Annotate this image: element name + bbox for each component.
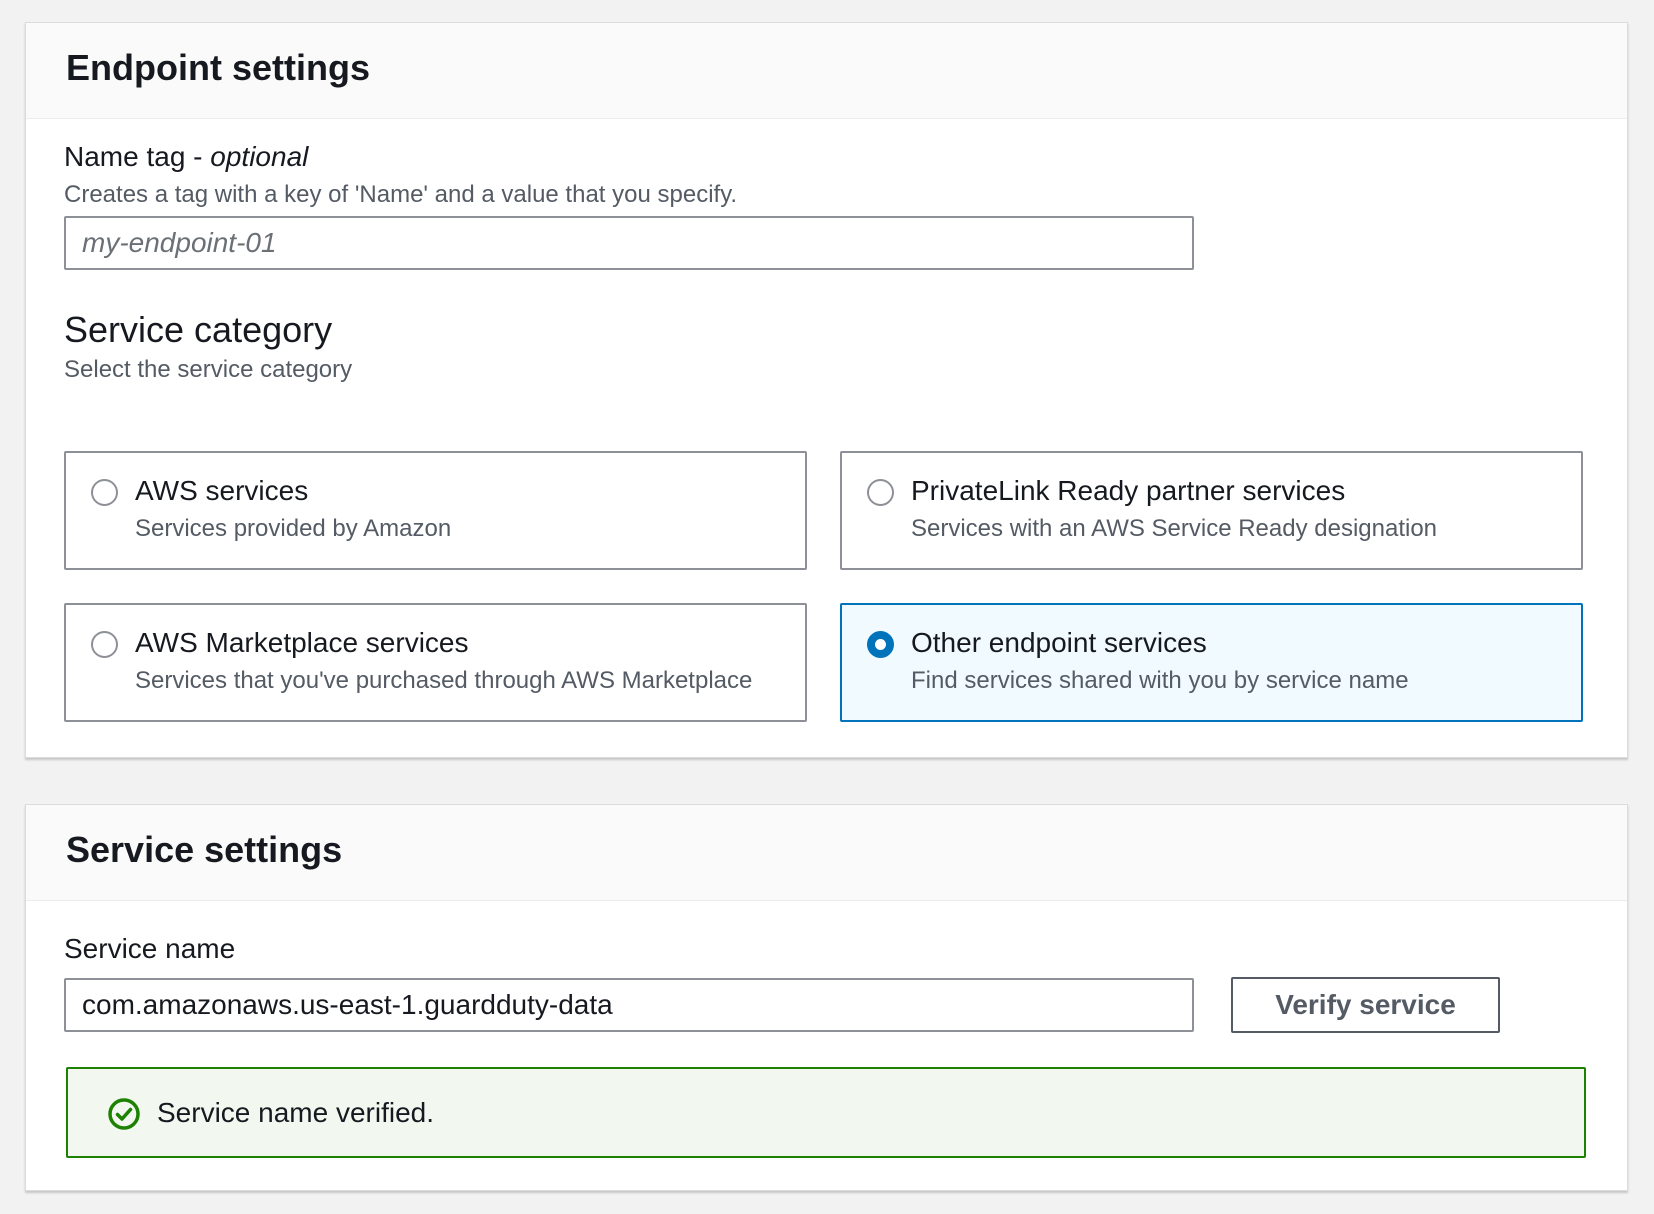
tile-aws-marketplace-services-title: AWS Marketplace services (135, 627, 469, 658)
success-alert-text: Service name verified. (157, 1097, 435, 1128)
tile-aws-services-title: AWS services (135, 475, 309, 506)
service-category-description: Select the service category (64, 356, 353, 383)
name-tag-description: Creates a tag with a key of 'Name' and a… (64, 181, 738, 208)
tile-aws-services[interactable]: AWS services Services provided by Amazon (64, 451, 807, 570)
tile-aws-marketplace-services-description: Services that you've purchased through A… (135, 667, 753, 694)
tile-privatelink-partner-services-description: Services with an AWS Service Ready desig… (911, 515, 1438, 542)
name-tag-label-text: Name tag - (64, 141, 211, 172)
tile-other-endpoint-services[interactable]: Other endpoint services Find services sh… (840, 603, 1583, 722)
check-circle-icon (108, 1098, 140, 1130)
tile-privatelink-partner-services-title: PrivateLink Ready partner services (911, 475, 1346, 506)
service-settings-title: Service settings (66, 829, 343, 870)
name-tag-label: Name tag - optional (64, 141, 308, 173)
name-tag-input[interactable] (64, 216, 1194, 270)
verify-service-button[interactable]: Verify service (1231, 977, 1500, 1033)
service-name-input[interactable] (64, 978, 1194, 1032)
name-tag-optional-text: optional (210, 141, 309, 172)
service-category-heading: Service category (64, 309, 333, 350)
tile-aws-services-description: Services provided by Amazon (135, 515, 452, 542)
radio-unselected-icon[interactable] (91, 631, 118, 658)
radio-unselected-icon[interactable] (91, 479, 118, 506)
success-alert: Service name verified. (66, 1067, 1586, 1158)
tile-other-endpoint-services-title: Other endpoint services (911, 627, 1207, 658)
service-settings-panel: Service settings Service name Verify ser… (25, 804, 1628, 1191)
endpoint-settings-panel: Endpoint settings Name tag - optional Cr… (25, 22, 1628, 758)
endpoint-settings-header: Endpoint settings (26, 23, 1627, 119)
radio-selected-icon[interactable] (867, 631, 894, 658)
service-name-label: Service name (64, 933, 236, 964)
tile-other-endpoint-services-description: Find services shared with you by service… (911, 667, 1409, 694)
radio-unselected-icon[interactable] (867, 479, 894, 506)
service-settings-header: Service settings (26, 805, 1627, 901)
endpoint-settings-title: Endpoint settings (66, 47, 370, 88)
tile-aws-marketplace-services[interactable]: AWS Marketplace services Services that y… (64, 603, 807, 722)
tile-privatelink-partner-services[interactable]: PrivateLink Ready partner services Servi… (840, 451, 1583, 570)
